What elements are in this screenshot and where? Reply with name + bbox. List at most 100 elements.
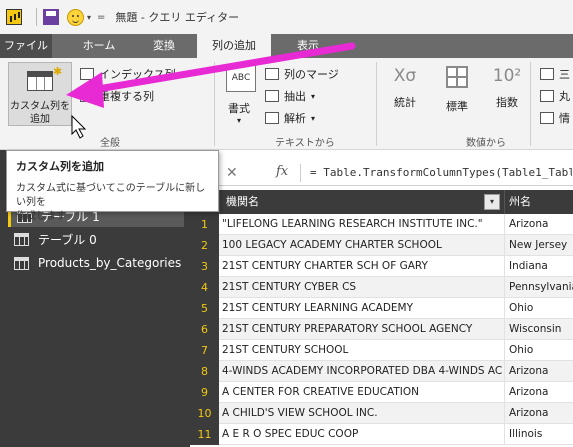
extract-button[interactable]: 抽出 ▾ bbox=[265, 88, 315, 104]
cell-state[interactable]: Ohio bbox=[504, 298, 573, 319]
table-row[interactable]: 4 21ST CENTURY CYBER CS Pennsylvania bbox=[190, 277, 573, 298]
extract-icon bbox=[265, 90, 279, 102]
cell-institution[interactable]: 21ST CENTURY LEARNING ACADEMY bbox=[222, 298, 502, 319]
cell-institution[interactable]: A CHILD'S VIEW SCHOOL INC. bbox=[222, 403, 502, 424]
cell-state[interactable]: Indiana bbox=[504, 256, 573, 277]
duplicate-icon bbox=[80, 90, 94, 102]
calculator-icon bbox=[446, 66, 468, 88]
cell-state[interactable]: Wisconsin bbox=[504, 319, 573, 340]
table-row[interactable]: 5 21ST CENTURY LEARNING ACADEMY Ohio bbox=[190, 298, 573, 319]
cell-state[interactable]: Illinois bbox=[504, 424, 573, 445]
duplicate-column-button[interactable]: 重複する列 bbox=[80, 88, 154, 104]
standard-button[interactable]: 標準 bbox=[440, 66, 474, 114]
smile-feedback-icon[interactable] bbox=[67, 8, 84, 26]
row-number[interactable]: 4 bbox=[190, 277, 219, 298]
chevron-down-icon: ▾ bbox=[311, 91, 316, 101]
chevron-down-icon: ▾ bbox=[236, 116, 241, 125]
format-button[interactable]: 書式 ▾ bbox=[228, 100, 250, 125]
trig-label: 三 bbox=[559, 68, 570, 81]
table-row[interactable]: 2 100 LEGACY ACADEMY CHARTER SCHOOL New Je… bbox=[190, 235, 573, 256]
exponent-icon: 10² bbox=[492, 66, 522, 86]
sigma-icon: Χσ bbox=[393, 66, 417, 86]
formula-input[interactable]: = Table.TransformColumnTypes(Table1_Tabl… bbox=[310, 166, 572, 179]
row-number[interactable]: 10 bbox=[190, 403, 219, 424]
cell-state[interactable]: Ohio bbox=[504, 340, 573, 361]
chevron-down-icon[interactable]: ▾ bbox=[87, 13, 91, 22]
statistics-button[interactable]: Χσ 統計 bbox=[386, 66, 424, 110]
custom-column-label-2: 追加 bbox=[30, 114, 50, 125]
divider bbox=[36, 8, 37, 26]
table-row[interactable]: 11 A E R O SPEC EDUC COOP Illinois bbox=[190, 424, 573, 445]
trigonometry-button[interactable]: 三 bbox=[540, 66, 570, 82]
table-row[interactable]: 1 "LIFELONG LEARNING RESEARCH INSTITUTE I… bbox=[190, 214, 573, 235]
row-number[interactable]: 6 bbox=[190, 319, 219, 340]
row-number[interactable]: 11 bbox=[190, 424, 219, 445]
tab-add-column[interactable]: 列の追加 bbox=[197, 34, 271, 58]
table-row[interactable]: 6 21ST CENTURY PREPARATORY SCHOOL AGENCY W… bbox=[190, 319, 573, 340]
query-item-products-by-categories[interactable]: Products_by_Categories bbox=[8, 252, 184, 274]
statistics-label: 統計 bbox=[394, 96, 416, 109]
query-item-table0[interactable]: テーブル 0 bbox=[8, 228, 184, 250]
customize-toolbar-icon[interactable]: = bbox=[97, 12, 105, 23]
save-icon[interactable] bbox=[43, 9, 59, 25]
cell-state[interactable]: Arizona bbox=[504, 214, 573, 235]
index-column-button[interactable]: インデックス列 bbox=[80, 66, 176, 82]
merge-columns-button[interactable]: 列のマージ bbox=[265, 66, 339, 82]
cell-state[interactable]: Pennsylvania bbox=[504, 277, 573, 298]
cell-institution[interactable]: 21ST CENTURY PREPARATORY SCHOOL AGENCY bbox=[222, 319, 502, 340]
table-icon bbox=[27, 71, 53, 91]
parse-button[interactable]: 解析 ▾ bbox=[265, 110, 315, 126]
power-bi-icon bbox=[6, 9, 22, 25]
rounding-icon bbox=[540, 90, 554, 102]
fx-icon[interactable]: fx bbox=[276, 164, 288, 179]
table-row[interactable]: 7 21ST CENTURY SCHOOL Ohio bbox=[190, 340, 573, 361]
column-header-institution[interactable]: 機関名 bbox=[219, 190, 504, 214]
cell-institution[interactable]: 100 LEGACY ACADEMY CHARTER SCHOOL bbox=[222, 235, 502, 256]
cell-institution[interactable]: 21ST CENTURY SCHOOL bbox=[222, 340, 502, 361]
tab-transform[interactable]: 変換 bbox=[138, 34, 190, 58]
table-row[interactable]: 10 A CHILD'S VIEW SCHOOL INC. Arizona bbox=[190, 403, 573, 424]
cell-institution[interactable]: A CENTER FOR CREATIVE EDUCATION bbox=[222, 382, 502, 403]
tab-file[interactable]: ファイル bbox=[0, 34, 52, 58]
title-bar: ▾ = 無題 - クエリ エディター bbox=[0, 0, 573, 34]
tab-home[interactable]: ホーム bbox=[72, 34, 126, 58]
cell-state[interactable]: New Jersey bbox=[504, 235, 573, 256]
row-number[interactable]: 8 bbox=[190, 361, 219, 382]
ribbon-tabs: ファイル ホーム 変換 列の追加 表示 bbox=[0, 34, 573, 58]
add-custom-column-button[interactable]: ✱ カスタム列を 追加 bbox=[8, 62, 72, 126]
row-number[interactable]: 5 bbox=[190, 298, 219, 319]
cell-institution[interactable]: 21ST CENTURY CHARTER SCH OF GARY bbox=[222, 256, 502, 277]
scientific-button[interactable]: 10² 指数 bbox=[490, 66, 524, 110]
table-row[interactable]: 3 21ST CENTURY CHARTER SCH OF GARY Indiana bbox=[190, 256, 573, 277]
query-label: テーブル 0 bbox=[38, 232, 97, 247]
cell-institution[interactable]: "LIFELONG LEARNING RESEARCH INSTITUTE IN… bbox=[222, 214, 502, 235]
format-icon: ABC bbox=[226, 64, 256, 92]
cell-institution[interactable]: 21ST CENTURY CYBER CS bbox=[222, 277, 502, 298]
cell-institution[interactable]: A E R O SPEC EDUC COOP bbox=[222, 424, 502, 445]
row-number[interactable]: 9 bbox=[190, 382, 219, 403]
table-row[interactable]: 9A CENTER FOR CREATIVE EDUCATION Arizona bbox=[190, 382, 573, 403]
cell-state[interactable]: Arizona bbox=[504, 361, 573, 382]
cell-state[interactable]: Arizona bbox=[504, 382, 573, 403]
filter-dropdown-icon[interactable]: ▾ bbox=[484, 194, 500, 210]
rounding-button[interactable]: 丸 bbox=[540, 88, 570, 104]
tooltip-description-2: 作成します bbox=[16, 211, 66, 222]
information-button[interactable]: 情 bbox=[540, 110, 570, 126]
merge-columns-label: 列のマージ bbox=[284, 68, 339, 81]
column-header-state[interactable]: 州名 bbox=[504, 190, 573, 214]
tab-view[interactable]: 表示 bbox=[282, 34, 334, 58]
window-title: 無題 - クエリ エディター bbox=[115, 11, 240, 24]
query-label: Products_by_Categories bbox=[38, 256, 182, 270]
tooltip-description-1: カスタム式に基づいてこのテーブルに新しい列を bbox=[16, 183, 206, 208]
cell-institution[interactable]: 4-WINDS ACADEMY INCORPORATED DBA 4-WINDS… bbox=[222, 361, 502, 382]
cancel-icon[interactable]: ✕ bbox=[226, 165, 238, 181]
scientific-label: 指数 bbox=[496, 96, 518, 109]
row-number[interactable]: 2 bbox=[190, 235, 219, 256]
parse-label: 解析 bbox=[284, 112, 306, 125]
row-number[interactable]: 7 bbox=[190, 340, 219, 361]
cell-state[interactable]: Arizona bbox=[504, 403, 573, 424]
table-row[interactable]: 8 4-WINDS ACADEMY INCORPORATED DBA 4-WIND… bbox=[190, 361, 573, 382]
group-label-number: 数値から bbox=[466, 138, 506, 149]
row-number[interactable]: 3 bbox=[190, 256, 219, 277]
table-icon bbox=[14, 232, 29, 246]
